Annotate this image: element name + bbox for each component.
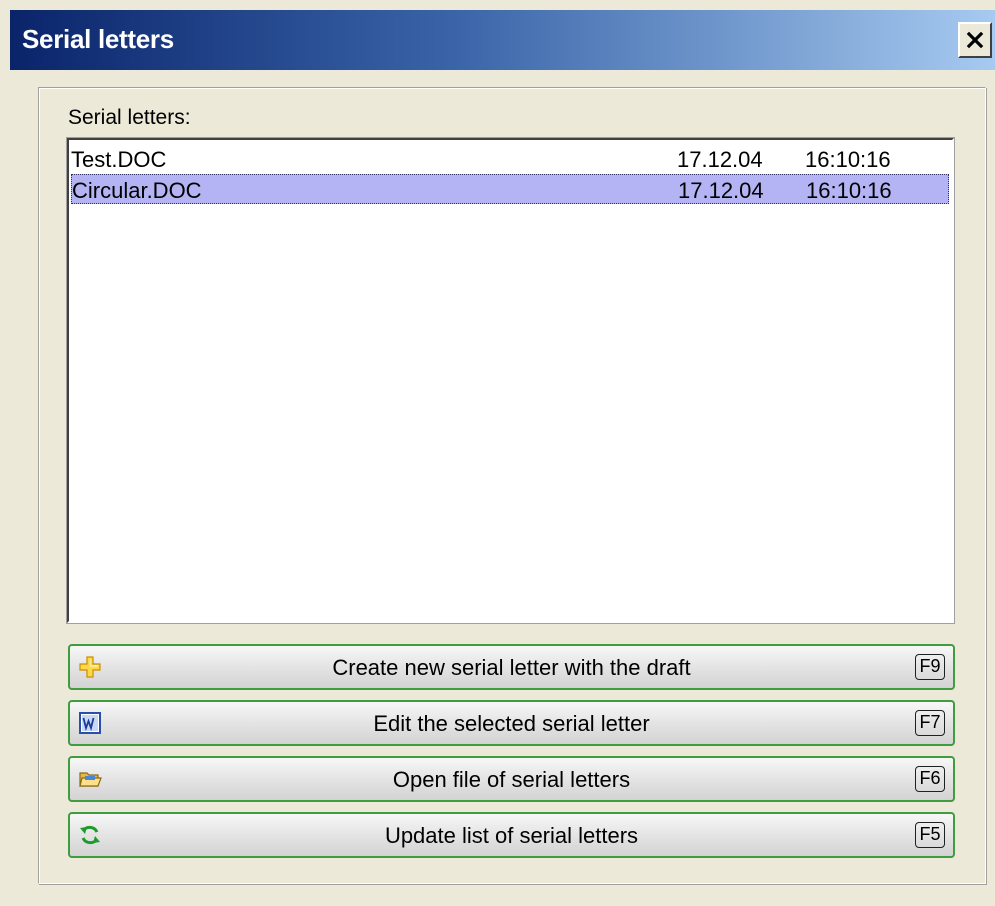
list-label: Serial letters: bbox=[68, 106, 191, 129]
button-label: Update list of serial letters bbox=[384, 823, 639, 848]
create-serial-letter-button[interactable]: Create new serial letter with the draft … bbox=[68, 644, 955, 690]
file-date: 17.12.04 bbox=[678, 178, 764, 203]
open-file-button[interactable]: Open file of serial letters F6 bbox=[68, 756, 955, 802]
shortcut-key-badge: F6 bbox=[915, 766, 945, 792]
edit-serial-letter-button[interactable]: Edit the selected serial letter F7 bbox=[68, 700, 955, 746]
file-name: Circular.DOC bbox=[72, 178, 202, 203]
window-title: Serial letters bbox=[22, 24, 174, 54]
shortcut-key-badge: F7 bbox=[915, 710, 945, 736]
button-label: Edit the selected serial letter bbox=[373, 711, 650, 736]
button-label: Create new serial letter with the draft bbox=[332, 655, 691, 680]
list-item[interactable]: Test.DOC 17.12.04 16:10:16 bbox=[71, 144, 949, 174]
file-time: 16:10:16 bbox=[806, 178, 892, 203]
update-list-button[interactable]: Update list of serial letters F5 bbox=[68, 812, 955, 858]
button-label: Open file of serial letters bbox=[392, 767, 631, 792]
serial-letters-list[interactable]: Test.DOC 17.12.04 16:10:16 Circular.DOC … bbox=[67, 138, 954, 623]
shortcut-key-badge: F9 bbox=[915, 654, 945, 680]
file-date: 17.12.04 bbox=[677, 147, 763, 172]
shortcut-key-badge: F5 bbox=[915, 822, 945, 848]
serial-letters-dialog: Serial letters Serial letters: Test.DOC … bbox=[0, 0, 995, 906]
file-time: 16:10:16 bbox=[805, 147, 891, 172]
title-bar[interactable]: Serial letters bbox=[10, 10, 995, 70]
file-name: Test.DOC bbox=[71, 147, 167, 172]
close-icon bbox=[966, 31, 984, 49]
list-item-selected[interactable]: Circular.DOC 17.12.04 16:10:16 bbox=[71, 174, 949, 204]
close-button[interactable] bbox=[958, 22, 992, 58]
